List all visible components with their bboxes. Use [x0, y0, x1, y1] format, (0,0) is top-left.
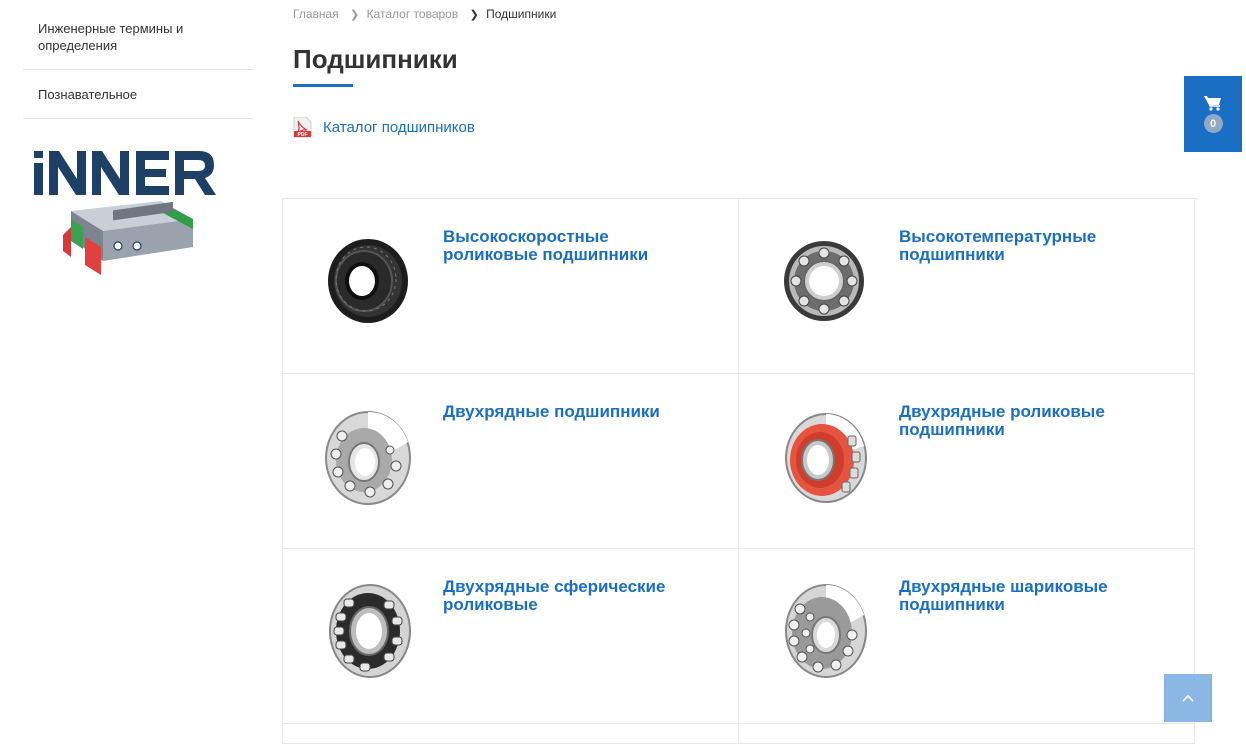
product-image[interactable]	[769, 221, 879, 341]
ball-bearing-image	[784, 241, 864, 321]
chevron-right-icon: ❯	[350, 9, 360, 21]
product-card[interactable]: Двухрядные шариковые подшипники	[739, 549, 1195, 724]
page-title: Подшипники	[293, 44, 458, 74]
product-image[interactable]	[313, 396, 423, 516]
product-card[interactable]: Двухрядные роликовые подшипники	[739, 374, 1195, 549]
breadcrumb-home[interactable]: Главная	[293, 7, 339, 21]
product-grid: Высокоскоростные роликовые подшипники Вы…	[282, 198, 1198, 744]
product-image[interactable]	[313, 571, 423, 691]
sidebar-item-educational[interactable]: Познавательное	[23, 70, 253, 119]
cart-icon	[1204, 96, 1221, 111]
inner-logo	[34, 151, 216, 275]
product-image[interactable]	[313, 221, 423, 341]
product-name[interactable]: Двухрядные сферические роликовые	[443, 578, 703, 614]
product-image[interactable]	[769, 396, 879, 516]
product-card[interactable]: Двухрядные сферические роликовые	[283, 549, 739, 724]
product-card[interactable]: Высокотемпературные подшипники	[739, 199, 1195, 374]
product-name[interactable]: Высокоскоростные роликовые подшипники	[443, 228, 703, 264]
product-image[interactable]	[769, 571, 879, 691]
product-card[interactable]	[739, 724, 1195, 744]
product-card[interactable]	[283, 724, 739, 744]
cart-button[interactable]: 0	[1184, 76, 1242, 152]
product-name[interactable]: Высокотемпературные подшипники	[899, 228, 1159, 264]
scroll-top-button[interactable]	[1164, 674, 1212, 722]
product-name[interactable]: Двухрядные подшипники	[443, 403, 703, 421]
pdf-icon: PDF	[293, 117, 312, 138]
sidebar: Инженерные термины и определения Познава…	[23, 0, 253, 279]
catalog-pdf-link[interactable]: PDF Каталог подшипников	[293, 117, 475, 138]
chevron-right-icon: ❯	[469, 9, 479, 21]
black-roller-bearing-image	[328, 239, 408, 323]
svg-text:PDF: PDF	[298, 132, 308, 138]
product-card[interactable]: Двухрядные подшипники	[283, 374, 739, 549]
double-row-ball-bearing-image	[785, 584, 867, 678]
inner-banner[interactable]	[23, 119, 253, 279]
red-seal-roller-bearing-image	[785, 413, 867, 503]
breadcrumb: Главная ❯ Каталог товаров ❯ Подшипники	[293, 6, 556, 23]
breadcrumb-current: Подшипники	[486, 7, 557, 21]
double-row-bearing-image	[325, 411, 411, 505]
breadcrumb-catalog[interactable]: Каталог товаров	[367, 7, 459, 21]
chevron-up-icon	[1182, 694, 1194, 702]
product-name[interactable]: Двухрядные роликовые подшипники	[899, 403, 1159, 439]
product-name[interactable]: Двухрядные шариковые подшипники	[899, 578, 1159, 614]
product-card[interactable]: Высокоскоростные роликовые подшипники	[283, 199, 739, 374]
spherical-roller-bearing-image	[329, 584, 411, 678]
catalog-link-label: Каталог подшипников	[323, 119, 475, 136]
sidebar-item-terms[interactable]: Инженерные термины и определения	[23, 0, 253, 70]
title-underline	[293, 84, 353, 87]
cart-count-badge: 0	[1203, 114, 1223, 133]
